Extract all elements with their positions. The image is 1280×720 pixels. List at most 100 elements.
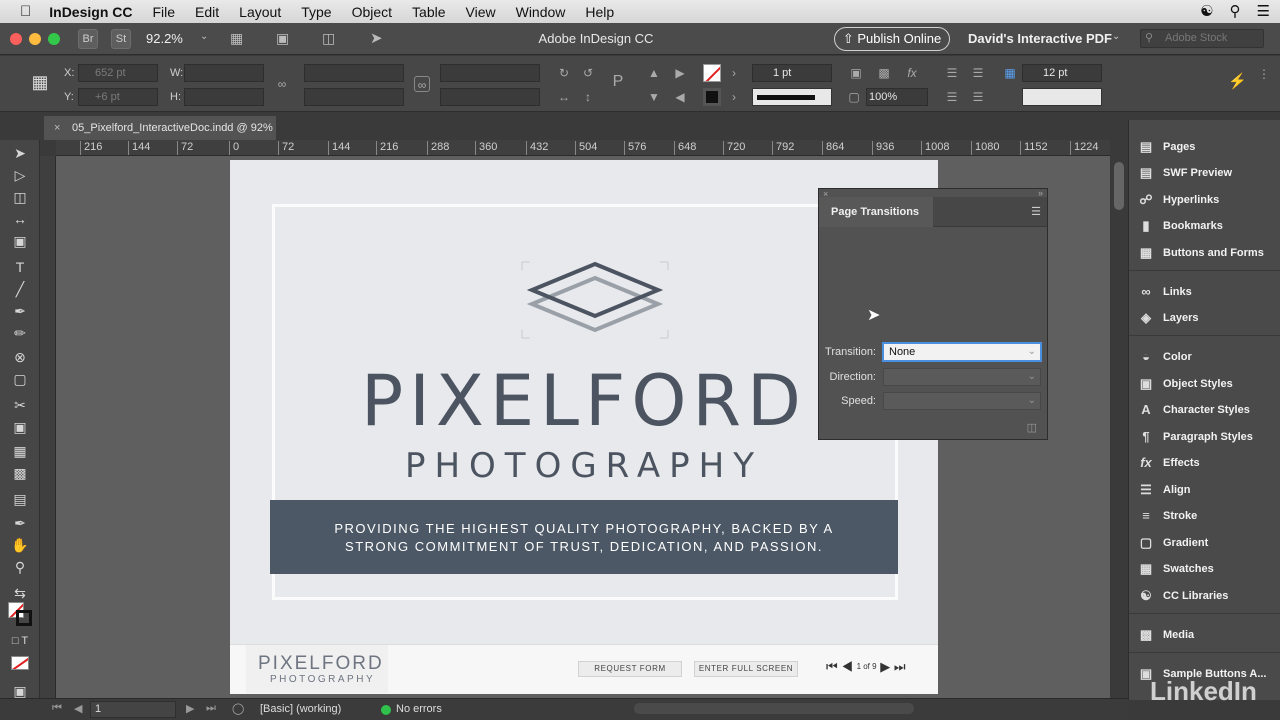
select-next-icon[interactable]: ▶ xyxy=(672,65,688,81)
stroke-menu-icon[interactable]: › xyxy=(726,89,742,105)
screen-mode-icon[interactable]: ▣ xyxy=(276,30,289,47)
eyedropper-tool-icon[interactable]: ✒ xyxy=(11,514,29,532)
stock-button[interactable]: St xyxy=(111,29,131,49)
window-close-button[interactable] xyxy=(10,33,22,45)
stroke-swatch[interactable] xyxy=(703,88,721,106)
panel-item-cc-libraries[interactable]: ☯ CC Libraries xyxy=(1129,584,1280,608)
x-position-field[interactable]: 652 pt xyxy=(78,64,158,82)
first-spread-icon[interactable]: ⏮ xyxy=(52,702,62,715)
width-field[interactable] xyxy=(184,64,264,82)
autofit-icon[interactable]: ▦ xyxy=(1002,65,1018,81)
reference-point-icon[interactable]: ▦ xyxy=(26,73,54,96)
free-transform-tool-icon[interactable]: ▣ xyxy=(11,418,29,436)
panel-item-stroke[interactable]: ≡ Stroke xyxy=(1129,504,1280,528)
fill-none-swatch[interactable] xyxy=(703,64,721,82)
vertical-scrollbar[interactable] xyxy=(1110,156,1128,700)
menu-app-name[interactable]: InDesign CC xyxy=(43,4,142,20)
menu-window[interactable]: Window xyxy=(506,4,576,20)
distribute-icon[interactable]: ☰ xyxy=(944,89,960,105)
enter-full-screen-button[interactable]: ENTER FULL SCREEN xyxy=(694,661,798,677)
scale-x-field[interactable] xyxy=(304,64,404,82)
gradient-feather-tool-icon[interactable]: ▩ xyxy=(11,464,29,482)
y-position-field[interactable]: +6 pt xyxy=(78,88,158,106)
panel-item-pages[interactable]: ▤ Pages xyxy=(1129,135,1280,159)
stock-search-input[interactable]: ⚲ Adobe Stock xyxy=(1140,29,1264,48)
direct-selection-tool-icon[interactable]: ▷ xyxy=(11,166,29,184)
panel-item-swatches[interactable]: ▦ Swatches xyxy=(1129,557,1280,581)
constrain-proportions-icon[interactable]: ∞ xyxy=(274,76,290,92)
panel-item-color[interactable]: ◒ Color xyxy=(1129,345,1280,369)
view-options-icon[interactable]: ▦ xyxy=(230,30,243,47)
rectangle-tool-icon[interactable]: ▢ xyxy=(11,370,29,388)
pencil-tool-icon[interactable]: ✏ xyxy=(11,324,29,342)
scissors-tool-icon[interactable]: ✂ xyxy=(11,396,29,414)
text-frame-icon[interactable]: P xyxy=(610,74,626,90)
selection-tool-icon[interactable]: ➤ xyxy=(11,144,29,162)
select-prev-icon[interactable]: ◀ xyxy=(672,89,688,105)
rectangle-frame-tool-icon[interactable]: ⊗ xyxy=(11,348,29,366)
scale-y-field[interactable] xyxy=(304,88,404,106)
effects-fx-icon[interactable]: fx xyxy=(904,65,920,81)
panel-menu-icon[interactable]: ⋮ xyxy=(1256,66,1272,82)
menu-table[interactable]: Table xyxy=(402,4,455,20)
default-colors-icon[interactable]: ⇆ xyxy=(11,584,29,602)
height-field[interactable] xyxy=(184,88,264,106)
horizontal-scroll-thumb[interactable] xyxy=(634,703,914,714)
panel-item-buttons-and-forms[interactable]: ▦ Buttons and Forms xyxy=(1129,241,1280,265)
panel-menu-icon[interactable]: ☰ xyxy=(1031,205,1041,218)
panel-item-media[interactable]: ▩ Media xyxy=(1129,623,1280,647)
opacity-field[interactable]: 100% xyxy=(866,88,928,106)
gutter-field[interactable]: 12 pt xyxy=(1022,64,1102,82)
speed-select[interactable]: ⌄ xyxy=(883,392,1041,410)
formatting-affects-container-icon[interactable]: □ T xyxy=(11,632,29,650)
workspace-dropdown-icon[interactable]: ⌄ xyxy=(1112,31,1120,42)
zoom-dropdown-icon[interactable]: ⌄ xyxy=(200,31,208,42)
panel-item-hyperlinks[interactable]: ☍ Hyperlinks xyxy=(1129,188,1280,212)
prev-page-icon[interactable]: ◀ xyxy=(841,659,853,674)
panel-item-layers[interactable]: ◈ Layers xyxy=(1129,306,1280,330)
stroke-color-swatch[interactable] xyxy=(16,610,32,626)
fill-menu-icon[interactable]: › xyxy=(726,65,742,81)
select-content-icon[interactable]: ▼ xyxy=(646,89,662,105)
quick-apply-icon[interactable]: ⚡ xyxy=(1228,74,1247,90)
vertical-ruler[interactable] xyxy=(40,156,56,700)
spotlight-search-icon[interactable]: ⚲ xyxy=(1230,2,1241,20)
prev-spread-icon[interactable]: ◀ xyxy=(74,702,82,715)
stroke-weight-field[interactable]: 1 pt xyxy=(752,64,832,82)
preflight-profile[interactable]: [Basic] (working) xyxy=(260,703,341,715)
menu-layout[interactable]: Layout xyxy=(229,4,291,20)
menu-object[interactable]: Object xyxy=(342,4,402,20)
page-transitions-tab[interactable]: Page Transitions xyxy=(819,197,933,227)
fit-content-icon[interactable]: ▣ xyxy=(848,65,864,81)
menu-help[interactable]: Help xyxy=(575,4,624,20)
first-page-icon[interactable]: ⏮ xyxy=(826,659,838,674)
select-container-icon[interactable]: ▲ xyxy=(646,65,662,81)
distribute-spacing-icon[interactable]: ☰ xyxy=(970,89,986,105)
flip-vertical-icon[interactable]: ↕ xyxy=(580,89,596,105)
panel-item-paragraph-styles[interactable]: ¶ Paragraph Styles xyxy=(1129,425,1280,449)
panel-item-align[interactable]: ☰ Align xyxy=(1129,478,1280,502)
vertical-scroll-thumb[interactable] xyxy=(1114,162,1124,210)
creative-cloud-icon[interactable]: ☯ xyxy=(1200,2,1213,20)
panel-item-gradient[interactable]: ▢ Gradient xyxy=(1129,531,1280,555)
menu-view[interactable]: View xyxy=(456,4,506,20)
panel-item-links[interactable]: ∞ Links xyxy=(1129,280,1280,304)
bridge-button[interactable]: Br xyxy=(78,29,98,49)
workspace-switcher[interactable]: David's Interactive PDF xyxy=(968,31,1112,46)
zoom-tool-icon[interactable]: ⚲ xyxy=(11,558,29,576)
opacity-icon[interactable]: ▢ xyxy=(846,89,862,105)
align-left-icon[interactable]: ☰ xyxy=(944,65,960,81)
menu-type[interactable]: Type xyxy=(291,4,341,20)
hand-tool-icon[interactable]: ✋ xyxy=(11,536,29,554)
arrange-documents-icon[interactable]: ◫ xyxy=(322,30,335,47)
request-form-button[interactable]: REQUEST FORM xyxy=(578,661,682,677)
next-page-icon[interactable]: ▶ xyxy=(880,659,890,674)
horizontal-ruler[interactable]: 216 144 72 0 72 144 216 288 360 432 504 … xyxy=(56,140,1110,156)
flip-horizontal-icon[interactable]: ↔ xyxy=(556,89,572,105)
last-page-icon[interactable]: ⏭ xyxy=(894,659,906,674)
note-tool-icon[interactable]: ▤ xyxy=(11,490,29,508)
panel-item-swf-preview[interactable]: ▤ SWF Preview xyxy=(1129,161,1280,185)
rotate-cw-icon[interactable]: ↻ xyxy=(556,65,572,81)
type-tool-icon[interactable]: T xyxy=(11,258,29,276)
page-number-field[interactable]: 1 xyxy=(90,701,176,718)
